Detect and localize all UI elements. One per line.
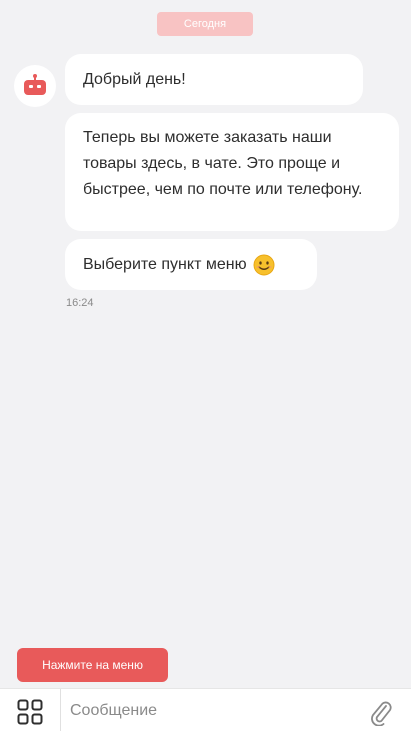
message-input[interactable] bbox=[70, 697, 355, 725]
date-label: Сегодня bbox=[157, 12, 253, 36]
chat-screen: Сегодня Добрый день! Теперь вы можете за… bbox=[0, 0, 411, 731]
message-composer bbox=[0, 688, 411, 731]
bot-avatar bbox=[14, 65, 56, 107]
divider bbox=[60, 689, 61, 731]
grid-icon[interactable] bbox=[17, 699, 43, 725]
smiling-face-emoji bbox=[253, 254, 275, 275]
paperclip-icon[interactable] bbox=[368, 698, 394, 726]
message-bubble: Добрый день! bbox=[65, 54, 363, 105]
robot-icon bbox=[24, 74, 46, 95]
message-text: Добрый день! bbox=[83, 71, 186, 88]
message-text: Выберите пункт меню bbox=[83, 255, 247, 273]
menu-button[interactable]: Нажмите на меню bbox=[17, 648, 168, 682]
message-time: 16:24 bbox=[66, 297, 94, 309]
message-bubble: Выберите пункт меню bbox=[65, 239, 317, 290]
message-text: Теперь вы можете заказать наши товары зд… bbox=[83, 129, 363, 198]
message-bubble: Теперь вы можете заказать наши товары зд… bbox=[65, 113, 399, 231]
